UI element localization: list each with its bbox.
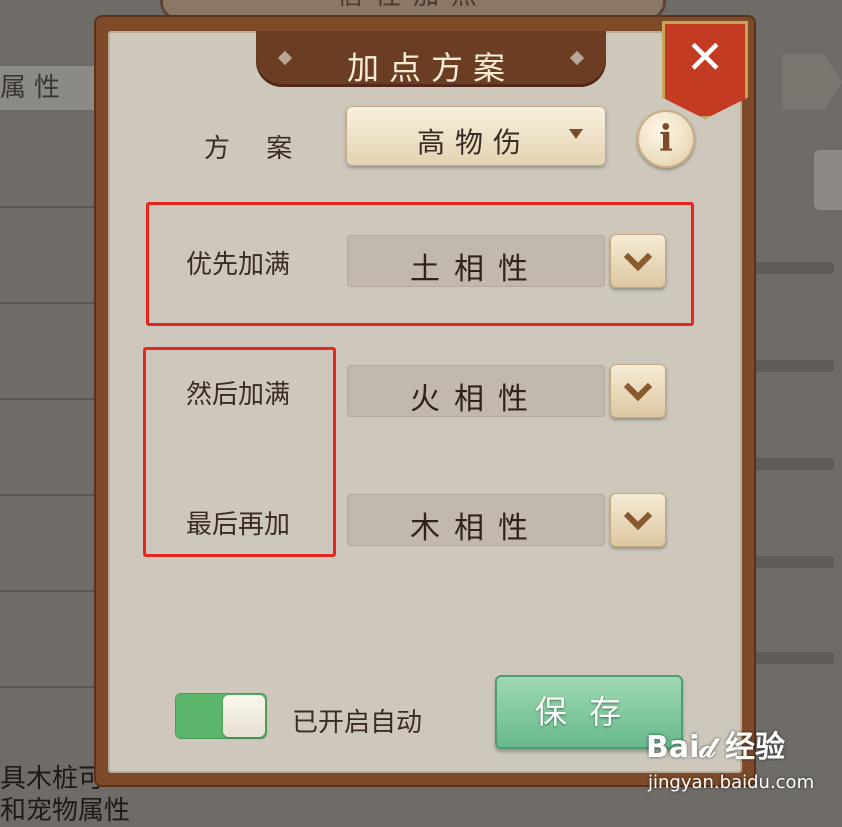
- background-divider: [0, 206, 96, 208]
- priority-3-value-text: 木相性: [410, 511, 542, 546]
- priority-2-value: 火相性: [347, 365, 605, 417]
- background-bar: [754, 556, 834, 568]
- priority-3-dropdown-button[interactable]: [610, 493, 666, 547]
- background-side-button: [814, 150, 842, 210]
- priority-2-value-text: 火相性: [410, 382, 542, 417]
- background-text: 和宠物属性: [0, 796, 131, 826]
- watermark-url: jingyan.baidu.com: [648, 772, 815, 793]
- dialog-title: 加点方案: [346, 49, 515, 87]
- background-attribute-tab: 属性: [0, 66, 110, 110]
- priority-3-value: 木相性: [347, 494, 605, 546]
- dropdown-arrow-icon: [569, 129, 583, 139]
- background-divider: [0, 494, 96, 496]
- plan-select-value: 高物伤: [417, 126, 532, 159]
- auto-toggle[interactable]: [175, 693, 267, 739]
- background-bar: [754, 262, 834, 274]
- background-divider: [0, 398, 96, 400]
- highlight-box: [146, 202, 694, 326]
- info-button[interactable]: i: [637, 110, 695, 168]
- background-divider: [0, 686, 96, 688]
- background-divider: [0, 302, 96, 304]
- plan-label: 方 案: [204, 134, 307, 164]
- chevron-down-icon: [623, 501, 653, 531]
- info-icon: i: [659, 118, 673, 160]
- dialog-title-plate: 加点方案: [256, 31, 606, 87]
- priority-2-dropdown-button[interactable]: [610, 364, 666, 418]
- baidu-jingyan-logo: Bai𝒹 经验: [646, 730, 785, 765]
- background-divider: [0, 590, 96, 592]
- background-bar: [754, 458, 834, 470]
- background-bar: [754, 652, 834, 664]
- plan-select[interactable]: 高物伤: [346, 106, 606, 166]
- background-bar: [754, 360, 834, 372]
- close-icon: ✕: [685, 30, 725, 84]
- toggle-knob: [223, 695, 265, 737]
- auto-toggle-label: 已开启自动: [292, 708, 423, 738]
- background-next-arrow-icon: [782, 54, 842, 110]
- chevron-down-icon: [623, 372, 653, 402]
- highlight-box: [143, 347, 336, 557]
